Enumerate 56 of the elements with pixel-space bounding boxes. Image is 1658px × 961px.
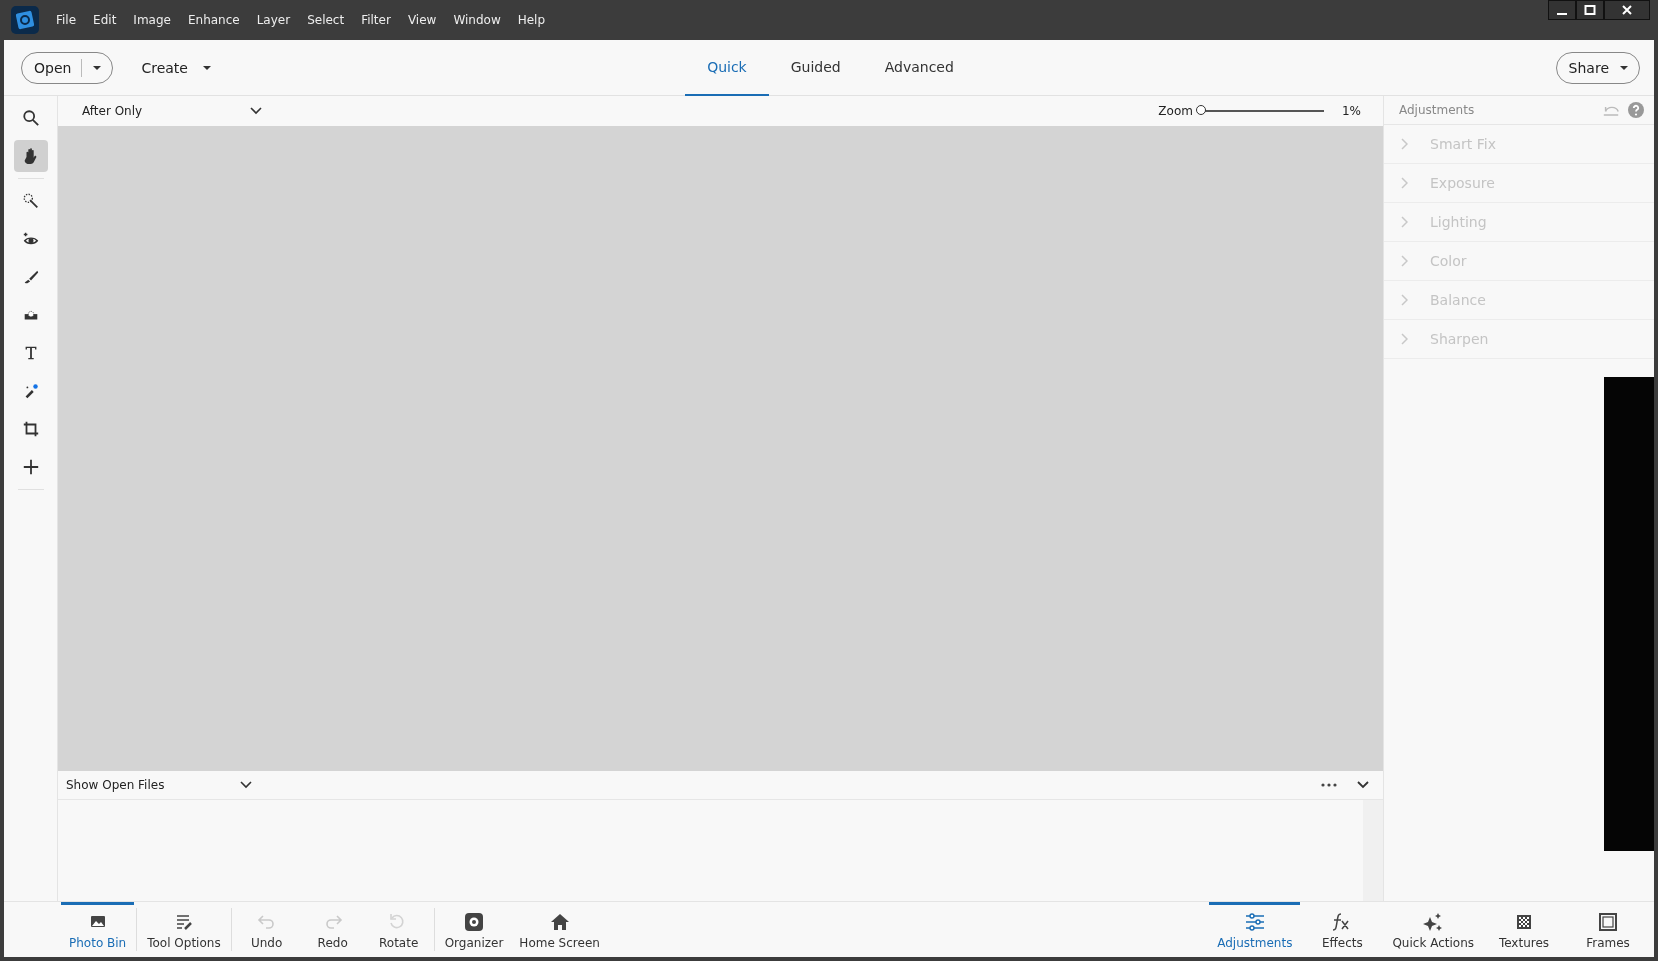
search-icon xyxy=(21,109,40,127)
collapse-chevron-icon[interactable] xyxy=(1357,781,1369,789)
hand-tool-button[interactable] xyxy=(13,140,48,172)
help-icon[interactable] xyxy=(1628,102,1644,118)
chevron-icon xyxy=(1400,255,1408,267)
frame-icon xyxy=(1596,912,1620,932)
chevron-icon xyxy=(1400,294,1408,306)
menu-item[interactable]: Window xyxy=(453,13,501,27)
menu-item[interactable]: Help xyxy=(517,13,546,27)
menu-item[interactable]: Layer xyxy=(256,13,291,27)
crop-icon xyxy=(21,420,40,438)
menu-item[interactable]: Filter xyxy=(361,13,391,27)
organizer-icon xyxy=(462,912,486,932)
chevron-icon xyxy=(240,781,252,789)
bin-dropdown[interactable]: Show Open Files xyxy=(66,778,252,792)
view-dropdown[interactable]: After Only xyxy=(82,104,262,118)
menu-item[interactable]: Image xyxy=(133,13,171,27)
menu-item[interactable]: View xyxy=(407,13,437,27)
menu-item[interactable]: Enhance xyxy=(187,13,240,27)
frames-panel-button[interactable]: Frames xyxy=(1566,902,1650,957)
menu-item[interactable]: Edit xyxy=(93,13,117,27)
panel-title: Adjustments xyxy=(1399,103,1475,117)
more-icon[interactable] xyxy=(1321,783,1337,787)
close-icon xyxy=(1621,4,1633,16)
organizer-button[interactable]: Organizer xyxy=(436,902,512,957)
chevron-icon xyxy=(1400,177,1408,189)
caret-icon xyxy=(92,64,103,71)
mode-tab[interactable]: Guided xyxy=(768,40,863,96)
menu-item[interactable]: Select xyxy=(307,13,345,27)
adjustments-panel-button[interactable]: Adjustments xyxy=(1209,902,1301,957)
minimize-button[interactable] xyxy=(1548,0,1576,20)
caret-icon xyxy=(201,64,212,71)
caret-icon xyxy=(1619,64,1629,71)
app-logo-icon xyxy=(11,6,39,34)
effects-panel-button[interactable]: Effects xyxy=(1300,902,1385,957)
maximize-button[interactable] xyxy=(1576,0,1604,20)
minimize-icon xyxy=(1557,13,1567,15)
create-button[interactable]: Create xyxy=(133,59,220,76)
maximize-icon xyxy=(1584,4,1596,16)
move-icon xyxy=(21,458,40,476)
menu-item[interactable]: File xyxy=(56,13,77,27)
mode-tab[interactable]: Quick xyxy=(685,40,769,96)
zoom-label: Zoom xyxy=(1158,104,1193,118)
zoom-value: 1% xyxy=(1341,104,1361,118)
chevron-icon xyxy=(1400,333,1408,345)
tool-options-button[interactable]: Tool Options xyxy=(139,902,229,957)
chevron-icon xyxy=(250,107,262,115)
textures-panel-button[interactable]: Textures xyxy=(1482,902,1566,957)
close-button[interactable] xyxy=(1604,0,1650,20)
chevron-icon xyxy=(1400,138,1408,150)
chevron-icon xyxy=(1400,216,1408,228)
photo-bin-button[interactable]: Photo Bin xyxy=(61,902,135,957)
mode-tab[interactable]: Advanced xyxy=(862,40,976,96)
quick-actions-panel-button[interactable]: Quick Actions xyxy=(1384,902,1482,957)
selection-wand-icon xyxy=(21,192,40,210)
home-button[interactable]: Home Screen xyxy=(511,902,608,957)
